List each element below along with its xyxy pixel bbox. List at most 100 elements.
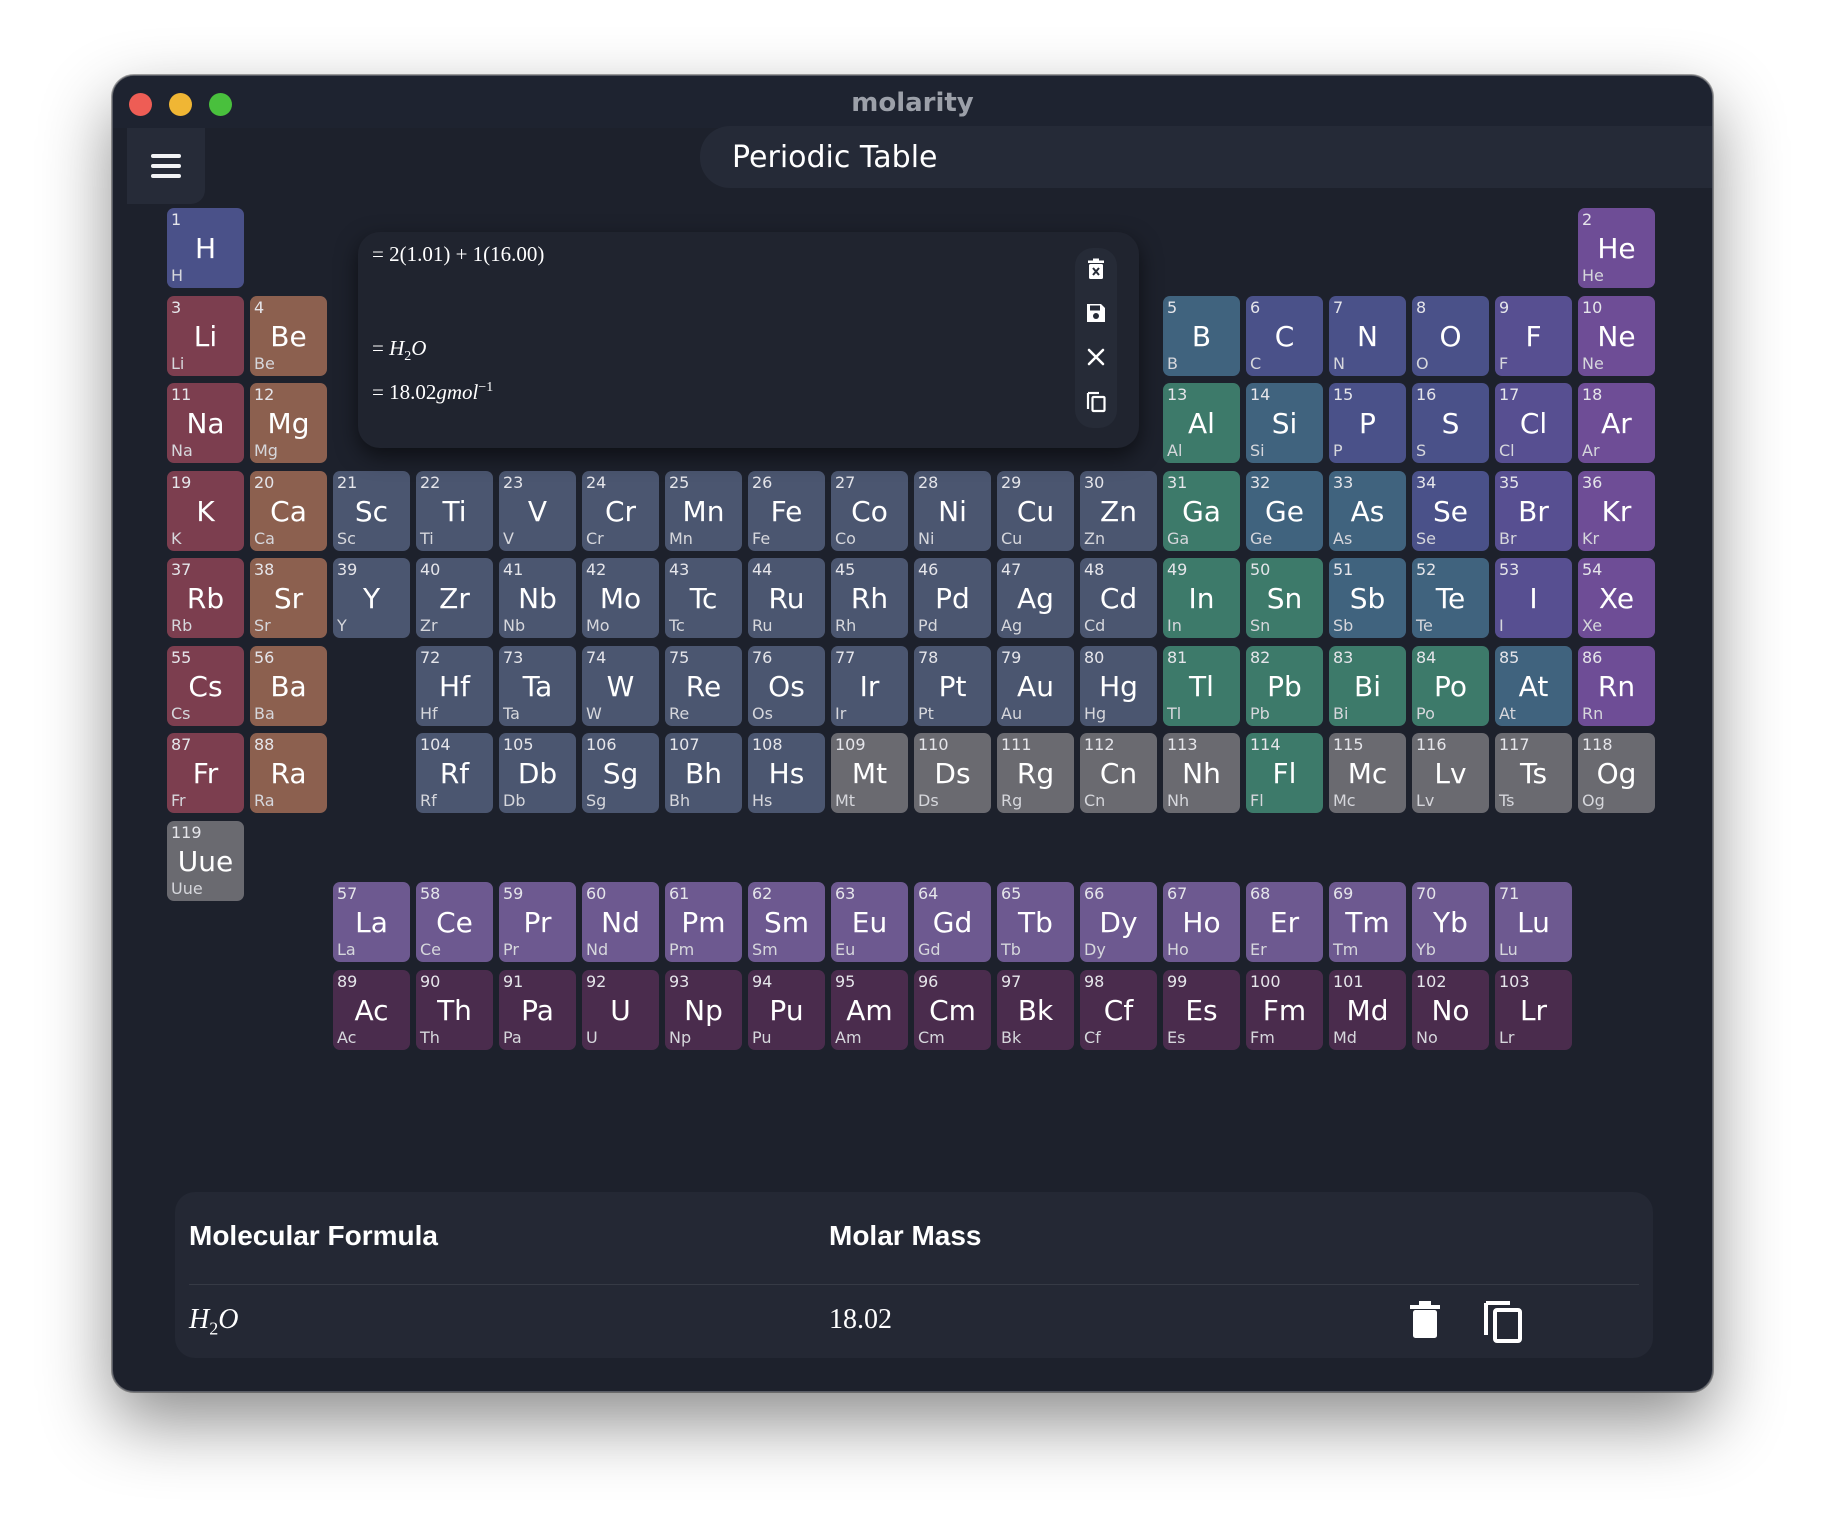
element-tile-sn[interactable]: 50 Sn Sn [1246,558,1323,638]
element-tile-b[interactable]: 5BB [1163,295,1240,376]
element-tile-pa[interactable]: 91 Pa Pa [499,969,576,1050]
element-tile-dy[interactable]: 66 Dy Dy [1080,882,1157,962]
element-tile-be[interactable]: 4 Be Be [250,295,327,376]
element-tile-er[interactable]: 68 Er Er [1246,882,1323,962]
element-tile-hs[interactable]: 108 Hs Hs [748,733,825,813]
element-tile-br[interactable]: 35 Br Br [1495,470,1572,551]
element-tile-ts[interactable]: 117 Ts Ts [1495,733,1572,813]
element-tile-sm[interactable]: 62 Sm Sm [748,882,825,962]
element-tile-cd[interactable]: 48 Cd Cd [1080,558,1157,638]
element-tile-hg[interactable]: 80 Hg Hg [1080,645,1157,726]
element-tile-lu[interactable]: 71 Lu Lu [1495,882,1572,962]
element-tile-mt[interactable]: 109 Mt Mt [831,733,908,813]
element-tile-k[interactable]: 19 K K [167,470,244,551]
element-tile-p[interactable]: 15 P P [1329,383,1406,463]
element-tile-i[interactable]: 53 I I [1495,558,1572,638]
element-tile-co[interactable]: 27 Co Co [831,470,908,551]
element-tile-ho[interactable]: 67 Ho Ho [1163,882,1240,962]
element-tile-he[interactable]: 2 He He [1578,208,1655,288]
element-tile-sr[interactable]: 38 Sr Sr [250,558,327,638]
element-tile-ga[interactable]: 31 Ga Ga [1163,470,1240,551]
element-tile-uue[interactable]: 119 Uue Uue [167,820,244,901]
element-tile-f[interactable]: 9FF [1495,295,1572,376]
element-tile-bk[interactable]: 97 Bk Bk [997,969,1074,1050]
element-tile-pm[interactable]: 61 Pm Pm [665,882,742,962]
close-calculation-button[interactable] [1084,344,1108,370]
element-tile-te[interactable]: 52 Te Te [1412,558,1489,638]
element-tile-ca[interactable]: 20 Ca Ca [250,470,327,551]
element-tile-si[interactable]: 14 Si Si [1246,383,1323,463]
element-tile-rf[interactable]: 104 Rf Rf [416,733,493,813]
element-tile-yb[interactable]: 70 Yb Yb [1412,882,1489,962]
element-tile-ac[interactable]: 89 Ac Ac [333,969,410,1050]
element-tile-zr[interactable]: 40 Zr Zr [416,558,493,638]
element-tile-tc[interactable]: 43 Tc Tc [665,558,742,638]
element-tile-c[interactable]: 6CC [1246,295,1323,376]
element-tile-cu[interactable]: 29 Cu Cu [997,470,1074,551]
element-tile-po[interactable]: 84 Po Po [1412,645,1489,726]
element-tile-as[interactable]: 33 As As [1329,470,1406,551]
element-tile-re[interactable]: 75 Re Re [665,645,742,726]
element-tile-rg[interactable]: 111 Rg Rg [997,733,1074,813]
element-tile-lv[interactable]: 116 Lv Lv [1412,733,1489,813]
element-tile-nh[interactable]: 113 Nh Nh [1163,733,1240,813]
element-tile-cm[interactable]: 96 Cm Cm [914,969,991,1050]
element-tile-na[interactable]: 11 Na Na [167,383,244,463]
copy-result-button[interactable] [1481,1296,1525,1344]
element-tile-os[interactable]: 76 Os Os [748,645,825,726]
element-tile-au[interactable]: 79 Au Au [997,645,1074,726]
element-tile-nb[interactable]: 41 Nb Nb [499,558,576,638]
element-tile-sg[interactable]: 106 Sg Sg [582,733,659,813]
element-tile-s[interactable]: 16 S S [1412,383,1489,463]
element-tile-ti[interactable]: 22 Ti Ti [416,470,493,551]
element-tile-ge[interactable]: 32 Ge Ge [1246,470,1323,551]
element-tile-fe[interactable]: 26 Fe Fe [748,470,825,551]
element-tile-no[interactable]: 102 No No [1412,969,1489,1050]
element-tile-cf[interactable]: 98 Cf Cf [1080,969,1157,1050]
element-tile-v[interactable]: 23 V V [499,470,576,551]
element-tile-rb[interactable]: 37 Rb Rb [167,558,244,638]
element-tile-n[interactable]: 7NN [1329,295,1406,376]
element-tile-pu[interactable]: 94 Pu Pu [748,969,825,1050]
element-tile-o[interactable]: 8OO [1412,295,1489,376]
hamburger-menu-button[interactable] [127,128,205,204]
element-tile-pb[interactable]: 82 Pb Pb [1246,645,1323,726]
element-tile-fm[interactable]: 100 Fm Fm [1246,969,1323,1050]
element-tile-xe[interactable]: 54 Xe Xe [1578,558,1655,638]
element-tile-ne[interactable]: 10 Ne Ne [1578,295,1655,376]
element-tile-mn[interactable]: 25 Mn Mn [665,470,742,551]
element-tile-zn[interactable]: 30 Zn Zn [1080,470,1157,551]
element-tile-at[interactable]: 85 At At [1495,645,1572,726]
save-calculation-button[interactable] [1084,300,1108,326]
element-tile-se[interactable]: 34 Se Se [1412,470,1489,551]
element-tile-al[interactable]: 13 Al Al [1163,383,1240,463]
element-tile-fr[interactable]: 87 Fr Fr [167,733,244,813]
element-tile-cs[interactable]: 55 Cs Cs [167,645,244,726]
element-tile-mc[interactable]: 115 Mc Mc [1329,733,1406,813]
element-tile-th[interactable]: 90 Th Th [416,969,493,1050]
element-tile-hf[interactable]: 72 Hf Hf [416,645,493,726]
element-tile-fl[interactable]: 114 Fl Fl [1246,733,1323,813]
element-tile-tb[interactable]: 65 Tb Tb [997,882,1074,962]
element-tile-mo[interactable]: 42 Mo Mo [582,558,659,638]
element-tile-h[interactable]: 1HH [167,208,244,288]
element-tile-lr[interactable]: 103 Lr Lr [1495,969,1572,1050]
element-tile-ba[interactable]: 56 Ba Ba [250,645,327,726]
element-tile-og[interactable]: 118 Og Og [1578,733,1655,813]
element-tile-cr[interactable]: 24 Cr Cr [582,470,659,551]
element-tile-db[interactable]: 105 Db Db [499,733,576,813]
element-tile-pt[interactable]: 78 Pt Pt [914,645,991,726]
element-tile-am[interactable]: 95 Am Am [831,969,908,1050]
element-tile-eu[interactable]: 63 Eu Eu [831,882,908,962]
element-tile-rh[interactable]: 45 Rh Rh [831,558,908,638]
clear-calculation-button[interactable] [1084,256,1108,282]
element-tile-w[interactable]: 74 W W [582,645,659,726]
element-tile-ra[interactable]: 88 Ra Ra [250,733,327,813]
element-tile-sc[interactable]: 21 Sc Sc [333,470,410,551]
element-tile-np[interactable]: 93 Np Np [665,969,742,1050]
element-tile-md[interactable]: 101 Md Md [1329,969,1406,1050]
element-tile-gd[interactable]: 64 Gd Gd [914,882,991,962]
element-tile-ir[interactable]: 77 Ir Ir [831,645,908,726]
copy-calculation-button[interactable] [1084,388,1108,414]
element-tile-tl[interactable]: 81 Tl Tl [1163,645,1240,726]
